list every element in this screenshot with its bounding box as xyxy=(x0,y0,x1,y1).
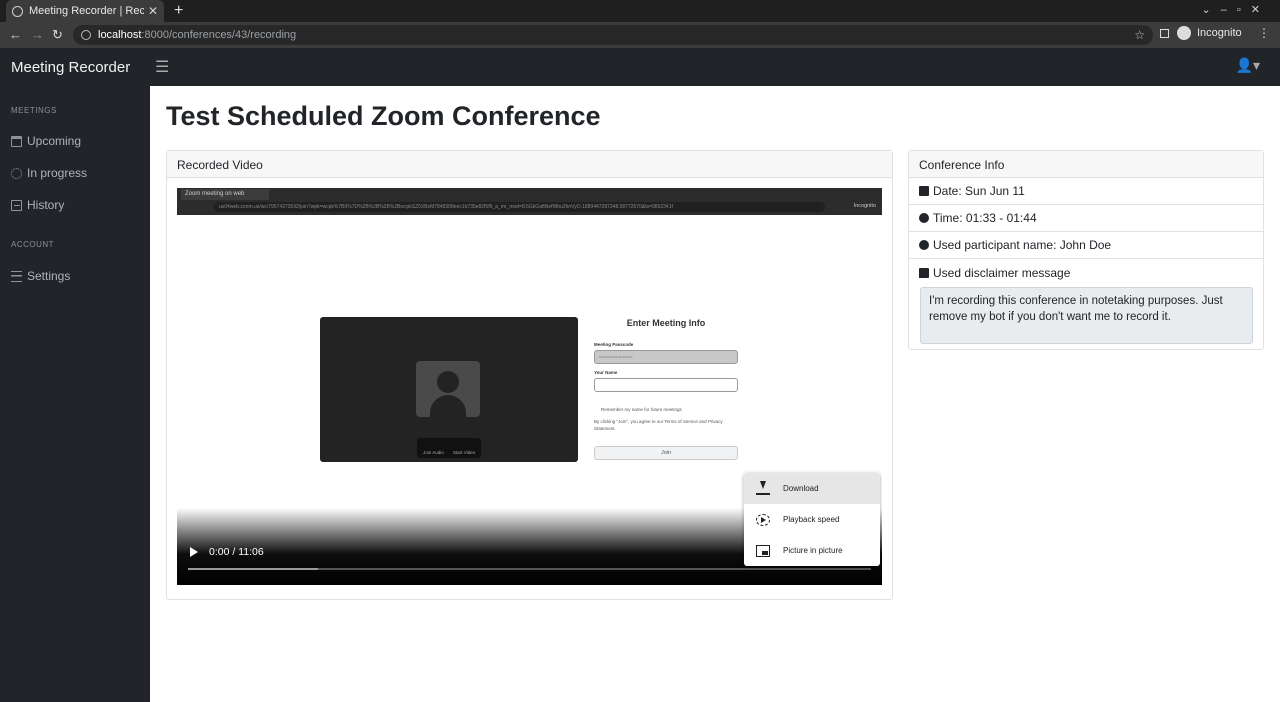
avatar-placeholder-icon xyxy=(416,361,480,417)
recorded-video-card: Recorded Video Zoom meeting on web us04w… xyxy=(166,150,893,600)
passcode-field: •••••••••••••••••••••••• xyxy=(594,350,738,364)
info-disclaimer-label: Used disclaimer message xyxy=(909,259,1263,286)
meeting-info-form: Enter Meeting Info Meeting Passcode ••••… xyxy=(594,316,742,466)
sidebar-item-label: Settings xyxy=(27,269,71,283)
bookmark-star-icon[interactable]: ☆ xyxy=(1134,28,1145,42)
incognito-badge[interactable]: Incognito xyxy=(1160,26,1242,40)
window-controls[interactable]: ⌄–▫✕ xyxy=(1202,3,1270,16)
menu-item-playback-speed[interactable]: Playback speed xyxy=(744,504,880,535)
sidebar-item-settings[interactable]: Settings xyxy=(11,269,70,283)
sidebar-item-history[interactable]: History xyxy=(11,198,64,212)
calendar-icon xyxy=(11,135,22,147)
forward-icon[interactable]: → xyxy=(31,27,44,42)
back-icon[interactable]: ← xyxy=(9,27,22,42)
embedded-tab-title: Zoom meeting on web xyxy=(181,189,269,200)
spinner-icon xyxy=(11,167,22,179)
embedded-browser-chrome: Zoom meeting on web us04web.zoom.us/wc/7… xyxy=(177,188,882,215)
playback-speed-icon xyxy=(756,513,770,526)
info-date-text: Date: Sun Jun 11 xyxy=(933,184,1025,198)
info-time: Time: 01:33 - 01:44 xyxy=(909,205,1263,232)
menu-item-picture-in-picture[interactable]: Picture in picture xyxy=(744,535,880,566)
browser-address-bar: ← → ↻ localhost:8000/conferences/43/reco… xyxy=(0,22,1280,48)
hamburger-menu-icon[interactable]: ☰ xyxy=(155,57,169,77)
calendar-icon xyxy=(919,186,929,196)
info-disclaimer-label-text: Used disclaimer message xyxy=(933,265,1071,280)
video-player[interactable]: Zoom meeting on web us04web.zoom.us/wc/7… xyxy=(177,188,882,585)
sidebar-item-upcoming[interactable]: Upcoming xyxy=(11,134,81,148)
conference-info-card: Conference Info Date: Sun Jun 11 Time: 0… xyxy=(908,150,1264,350)
name-label: Your Name xyxy=(594,370,618,375)
sidebar-heading-meetings: MEETINGS xyxy=(11,106,57,115)
sidebar: MEETINGS Upcoming In progress History AC… xyxy=(0,86,150,702)
embedded-url: us04web.zoom.us/wc/79574373592/join?wpk=… xyxy=(213,202,825,212)
browser-tab[interactable]: Meeting Recorder | Recor ✕ xyxy=(6,0,164,22)
disclaimer-textarea[interactable]: I'm recording this conference in notetak… xyxy=(920,287,1253,344)
picture-in-picture-icon xyxy=(756,544,770,557)
meeting-form-title: Enter Meeting Info xyxy=(626,318,706,328)
menu-item-download[interactable]: Download xyxy=(744,473,880,504)
join-button: Join xyxy=(594,446,738,460)
incognito-label: Incognito xyxy=(1197,27,1242,39)
reload-icon[interactable]: ↻ xyxy=(52,27,63,43)
browser-tab-title: Meeting Recorder | Recor xyxy=(29,5,144,17)
sliders-icon xyxy=(11,270,22,282)
app-brand[interactable]: Meeting Recorder xyxy=(11,59,130,76)
buffered-bar xyxy=(188,568,318,570)
side-panel-icon[interactable] xyxy=(1160,28,1169,38)
url-path: :8000/conferences/43/recording xyxy=(141,29,297,41)
card-header: Conference Info xyxy=(909,151,1263,178)
card-header: Recorded Video xyxy=(167,151,892,178)
globe-icon xyxy=(12,5,23,17)
play-icon[interactable] xyxy=(190,547,198,557)
browser-tabbar: Meeting Recorder | Recor ✕ + ⌄–▫✕ xyxy=(0,0,1280,22)
clock-icon xyxy=(919,213,929,223)
camera-preview: Join Audio Start Video xyxy=(320,317,578,462)
page-title: Test Scheduled Zoom Conference xyxy=(166,101,601,131)
remember-checkbox: Remember my name for future meetings xyxy=(601,407,682,412)
playback-time: 0:00 / 11:06 xyxy=(209,546,264,558)
archive-icon xyxy=(11,199,22,211)
embedded-incognito: Incognito xyxy=(853,203,876,209)
user-circle-icon xyxy=(919,240,929,250)
terms-text: By clicking "Join", you agree to our Ter… xyxy=(594,419,723,431)
info-time-text: Time: 01:33 - 01:44 xyxy=(933,211,1037,225)
browser-menu-icon[interactable]: ⋮ xyxy=(1258,26,1270,40)
player-overflow-menu: Download Playback speed Picture in pictu… xyxy=(744,473,880,566)
info-participant: Used participant name: John Doe xyxy=(909,232,1263,259)
sidebar-heading-account: ACCOUNT xyxy=(11,240,55,249)
sidebar-item-label: History xyxy=(27,198,65,212)
site-info-icon[interactable] xyxy=(81,30,91,40)
progress-bar[interactable] xyxy=(188,568,871,570)
join-audio-label: Join Audio xyxy=(423,450,444,455)
app-navbar: Meeting Recorder ☰ 👤▾ xyxy=(0,48,1280,86)
passcode-label: Meeting Passcode xyxy=(594,342,634,347)
new-tab-button[interactable]: + xyxy=(174,2,183,20)
sidebar-item-label: Upcoming xyxy=(27,134,82,148)
menu-item-label: Picture in picture xyxy=(783,546,843,555)
start-video-label: Start Video xyxy=(453,450,476,455)
close-tab-icon[interactable]: ✕ xyxy=(148,4,158,18)
menu-item-label: Playback speed xyxy=(783,515,840,524)
url-host: localhost xyxy=(98,29,142,41)
info-participant-text: Used participant name: John Doe xyxy=(933,238,1112,252)
info-date: Date: Sun Jun 11 xyxy=(909,178,1263,205)
menu-item-label: Download xyxy=(783,484,819,493)
comment-icon xyxy=(919,267,929,278)
url-field[interactable]: localhost:8000/conferences/43/recording … xyxy=(73,25,1153,45)
incognito-icon xyxy=(1177,26,1191,40)
sidebar-item-label: In progress xyxy=(27,166,88,180)
name-field xyxy=(594,378,738,392)
user-menu-icon[interactable]: 👤▾ xyxy=(1236,57,1260,74)
download-icon xyxy=(756,480,770,495)
preview-controls: Join Audio Start Video xyxy=(417,438,481,458)
sidebar-item-in-progress[interactable]: In progress xyxy=(11,166,87,180)
